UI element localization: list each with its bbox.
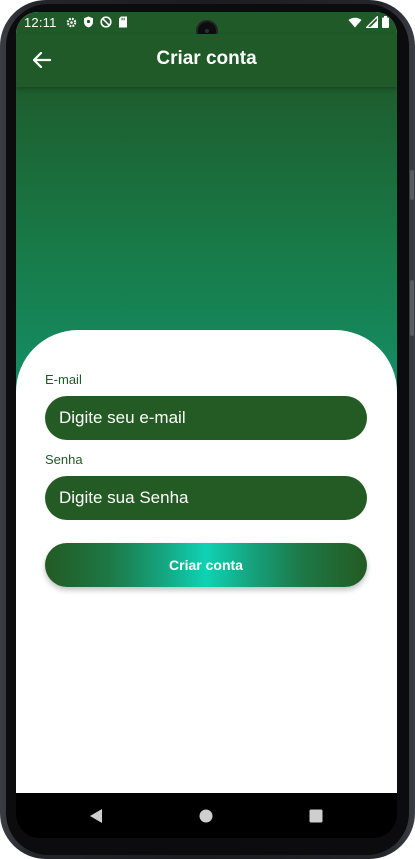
- shield-icon: [84, 16, 93, 28]
- volume-button: [410, 280, 414, 336]
- password-field[interactable]: Digite sua Senha: [45, 476, 367, 520]
- battery-icon: [382, 16, 389, 28]
- password-placeholder: Digite sua Senha: [59, 488, 189, 507]
- nav-home-button[interactable]: [196, 806, 216, 826]
- status-icons-left: [66, 16, 128, 28]
- create-account-label: Criar conta: [169, 557, 243, 573]
- email-label: E-mail: [45, 372, 82, 387]
- app-screen: 12:11 Criar conta E-mail Digite seu e-ma…: [16, 12, 397, 793]
- wifi-icon: [348, 17, 362, 27]
- no-disturb-icon: [100, 16, 112, 28]
- recents-square-icon: [309, 809, 323, 823]
- back-triangle-icon: [90, 809, 102, 823]
- gear-icon: [66, 17, 77, 27]
- password-label: Senha: [45, 452, 83, 467]
- app-bar: Criar conta: [16, 34, 397, 87]
- page-title: Criar conta: [156, 48, 257, 69]
- sd-card-icon: [119, 16, 127, 28]
- nav-recents-button[interactable]: [306, 806, 326, 826]
- device-frame: 12:11 Criar conta E-mail Digite seu e-ma…: [0, 0, 415, 859]
- nav-back-button[interactable]: [86, 806, 106, 826]
- email-placeholder: Digite seu e-mail: [59, 408, 186, 427]
- home-circle-icon: [199, 809, 213, 823]
- system-nav-bar: [16, 793, 397, 838]
- signal-icon: [366, 16, 378, 28]
- email-field[interactable]: Digite seu e-mail: [45, 396, 367, 440]
- create-account-button[interactable]: Criar conta: [45, 543, 367, 587]
- status-time: 12:11: [24, 15, 57, 30]
- power-button: [410, 170, 414, 200]
- status-icons-right: [348, 16, 389, 28]
